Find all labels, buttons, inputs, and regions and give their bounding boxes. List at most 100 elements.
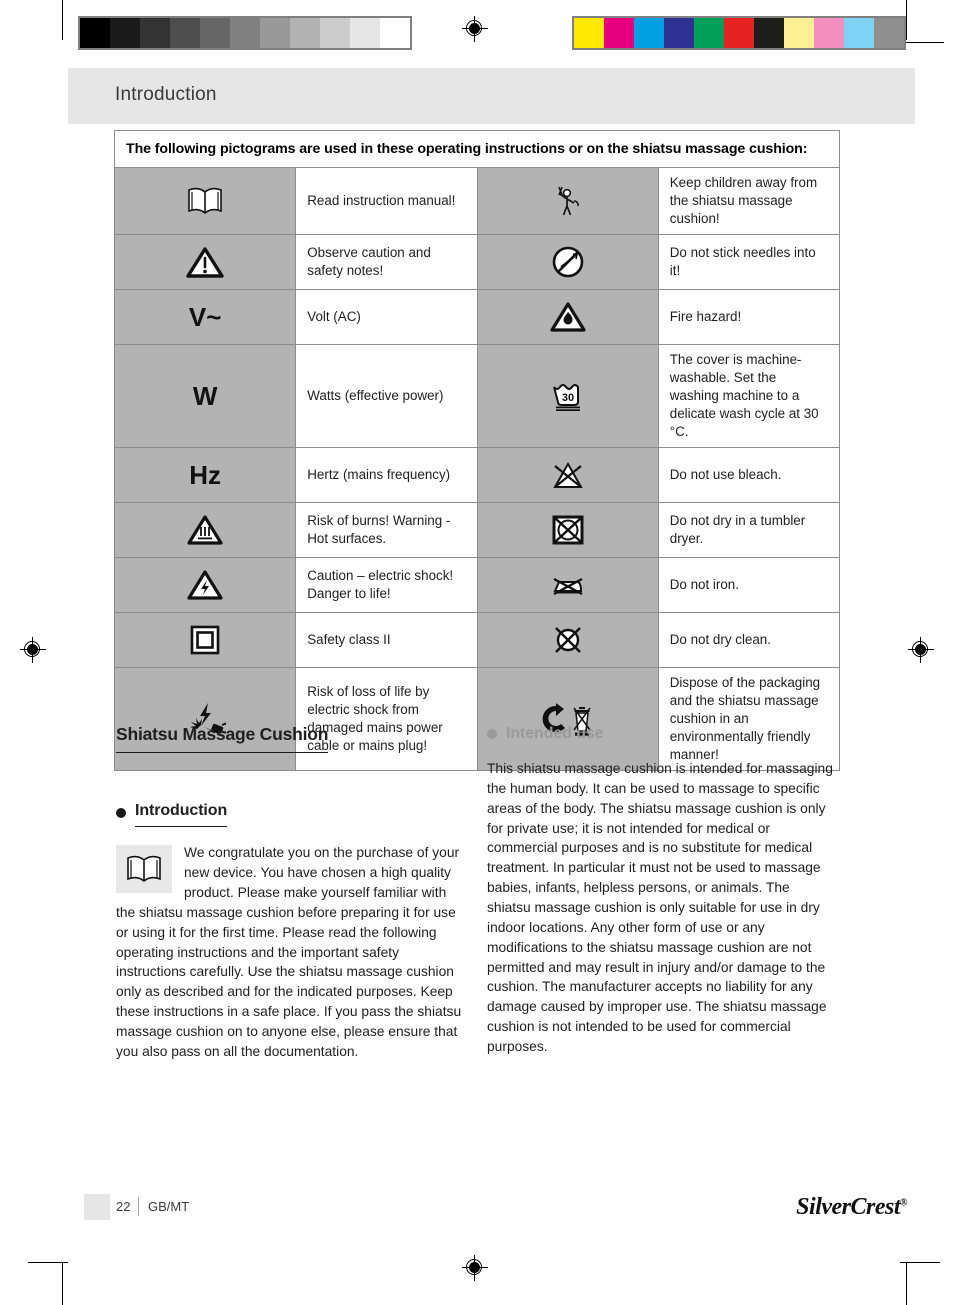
table-heading-row: The following pictograms are used in the… bbox=[114, 129, 840, 169]
pictogram-description: Observe caution and safety notes! bbox=[295, 234, 478, 291]
no-iron-icon bbox=[476, 557, 659, 614]
calibration-swatch-5 bbox=[230, 18, 260, 48]
page-number-block bbox=[84, 1194, 110, 1220]
pictogram-table-heading: The following pictograms are used in the… bbox=[114, 129, 840, 169]
calibration-swatch-2 bbox=[634, 18, 664, 48]
table-row: W Watts (effective power) 30 The cover i… bbox=[113, 344, 841, 449]
registration-target-left bbox=[20, 637, 46, 663]
pictogram-description: Do not iron. bbox=[657, 557, 841, 614]
table-row: Read instruction manual! Keep children a… bbox=[113, 167, 841, 236]
pictogram-table: The following pictograms are used in the… bbox=[113, 129, 841, 771]
calibration-swatch-5 bbox=[724, 18, 754, 48]
calibration-swatch-3 bbox=[170, 18, 200, 48]
language-code: GB/MT bbox=[148, 1199, 190, 1214]
fire-hazard-icon bbox=[476, 289, 659, 346]
wash-temp-value: 30 bbox=[562, 392, 574, 404]
registration-target-top bbox=[462, 16, 488, 42]
calibration-swatch-10 bbox=[380, 18, 410, 48]
calibration-swatch-0 bbox=[574, 18, 604, 48]
pictogram-description: Do not use bleach. bbox=[657, 447, 841, 504]
hertz-label: Hz bbox=[189, 459, 222, 490]
pictogram-description: Volt (AC) bbox=[295, 289, 478, 346]
calibration-swatch-8 bbox=[320, 18, 350, 48]
pictogram-description: Hertz (mains frequency) bbox=[295, 447, 478, 504]
introduction-heading-row: Introduction bbox=[116, 799, 464, 828]
warning-triangle-icon bbox=[113, 234, 297, 291]
pictogram-description: Keep children away from the shiatsu mass… bbox=[657, 167, 841, 236]
brand-first: Silver bbox=[796, 1194, 851, 1220]
calibration-swatch-9 bbox=[350, 18, 380, 48]
safety-class-2-icon bbox=[113, 612, 297, 669]
table-row: V~ Volt (AC) Fire hazard! bbox=[113, 289, 841, 346]
table-row: Risk of burns! Warning - Hot surfaces. D… bbox=[113, 502, 841, 559]
pictogram-description: Caution – electric shock! Danger to life… bbox=[295, 557, 478, 614]
table-row: Caution – electric shock! Danger to life… bbox=[113, 557, 841, 614]
calibration-swatch-1 bbox=[110, 18, 140, 48]
pictogram-description: Read instruction manual! bbox=[295, 167, 478, 236]
crop-mark-top-right-v bbox=[906, 0, 907, 40]
pictogram-description: Do not stick needles into it! bbox=[657, 234, 841, 291]
pictogram-description: Safety class II bbox=[295, 612, 478, 669]
product-title: Shiatsu Massage Cushion bbox=[116, 722, 328, 754]
crop-mark-top-left-v bbox=[62, 0, 63, 40]
calibration-swatch-4 bbox=[200, 18, 230, 48]
intended-use-heading: Intended use bbox=[506, 725, 604, 742]
crop-mark-bot-left-v bbox=[62, 1262, 63, 1305]
calibration-swatch-10 bbox=[874, 18, 904, 48]
intended-use-paragraph: This shiatsu massage cushion is intended… bbox=[487, 761, 833, 1055]
crop-mark-right-upper-h bbox=[900, 42, 944, 43]
watts-label: W bbox=[192, 380, 218, 411]
calibration-swatch-6 bbox=[260, 18, 290, 48]
brand-second: Crest bbox=[850, 1194, 901, 1220]
crop-mark-left-h bbox=[28, 1262, 68, 1263]
open-book-icon bbox=[113, 167, 297, 236]
calibration-swatch-6 bbox=[754, 18, 784, 48]
open-book-icon-inline bbox=[116, 845, 172, 894]
no-bleach-icon bbox=[476, 447, 659, 504]
calibration-swatch-7 bbox=[290, 18, 320, 48]
calibration-swatch-9 bbox=[844, 18, 874, 48]
crop-mark-bot-right-v bbox=[906, 1262, 907, 1305]
pictogram-description: Fire hazard! bbox=[657, 289, 841, 346]
brand-trademark: ® bbox=[900, 1197, 907, 1209]
no-tumble-dry-icon bbox=[476, 502, 659, 559]
introduction-heading: Introduction bbox=[135, 799, 227, 828]
grayscale-calibration-bar bbox=[78, 16, 412, 50]
watts-glyph: W bbox=[113, 344, 297, 449]
introduction-paragraph: We congratulate you on the purchase of y… bbox=[116, 843, 464, 1061]
page-footer: 22 GB/MT SilverCrest® bbox=[68, 1194, 915, 1228]
table-row: Observe caution and safety notes! Do not… bbox=[113, 234, 841, 291]
electric-shock-icon bbox=[113, 557, 297, 614]
volt-ac-label: V~ bbox=[188, 301, 222, 332]
bullet-icon bbox=[487, 728, 497, 739]
calibration-swatch-0 bbox=[80, 18, 110, 48]
right-text-column: Intended use This shiatsu massage cushio… bbox=[487, 722, 835, 1057]
page-title: Introduction bbox=[115, 84, 217, 105]
calibration-swatch-8 bbox=[814, 18, 844, 48]
hot-surface-icon bbox=[113, 502, 297, 559]
volt-ac-glyph: V~ bbox=[113, 289, 297, 346]
table-row: Safety class II Do not dry clean. bbox=[113, 612, 841, 669]
wash-30-icon: 30 bbox=[476, 344, 659, 449]
page-number: 22 bbox=[116, 1199, 131, 1214]
no-dry-clean-icon bbox=[476, 612, 659, 669]
registration-target-right bbox=[908, 637, 934, 663]
pictogram-description: The cover is machine-washable. Set the w… bbox=[657, 344, 841, 449]
intended-use-heading-row: Intended use bbox=[487, 722, 835, 745]
silvercrest-logo: SilverCrest® bbox=[796, 1194, 907, 1221]
color-calibration-bar bbox=[572, 16, 906, 50]
calibration-swatch-1 bbox=[604, 18, 634, 48]
keep-children-away-icon bbox=[476, 167, 659, 236]
pictogram-description: Watts (effective power) bbox=[295, 344, 478, 449]
footer-divider bbox=[138, 1197, 139, 1216]
registration-target-bottom bbox=[462, 1255, 488, 1281]
left-text-column: Shiatsu Massage Cushion Introduction We … bbox=[116, 722, 464, 1062]
calibration-swatch-2 bbox=[140, 18, 170, 48]
calibration-swatch-7 bbox=[784, 18, 814, 48]
calibration-swatch-3 bbox=[664, 18, 694, 48]
crop-mark-right-h bbox=[900, 1262, 940, 1263]
pictogram-description: Do not dry clean. bbox=[657, 612, 841, 669]
calibration-swatch-4 bbox=[694, 18, 724, 48]
pictogram-description: Do not dry in a tumbler dryer. bbox=[657, 502, 841, 559]
bullet-icon bbox=[116, 808, 126, 819]
